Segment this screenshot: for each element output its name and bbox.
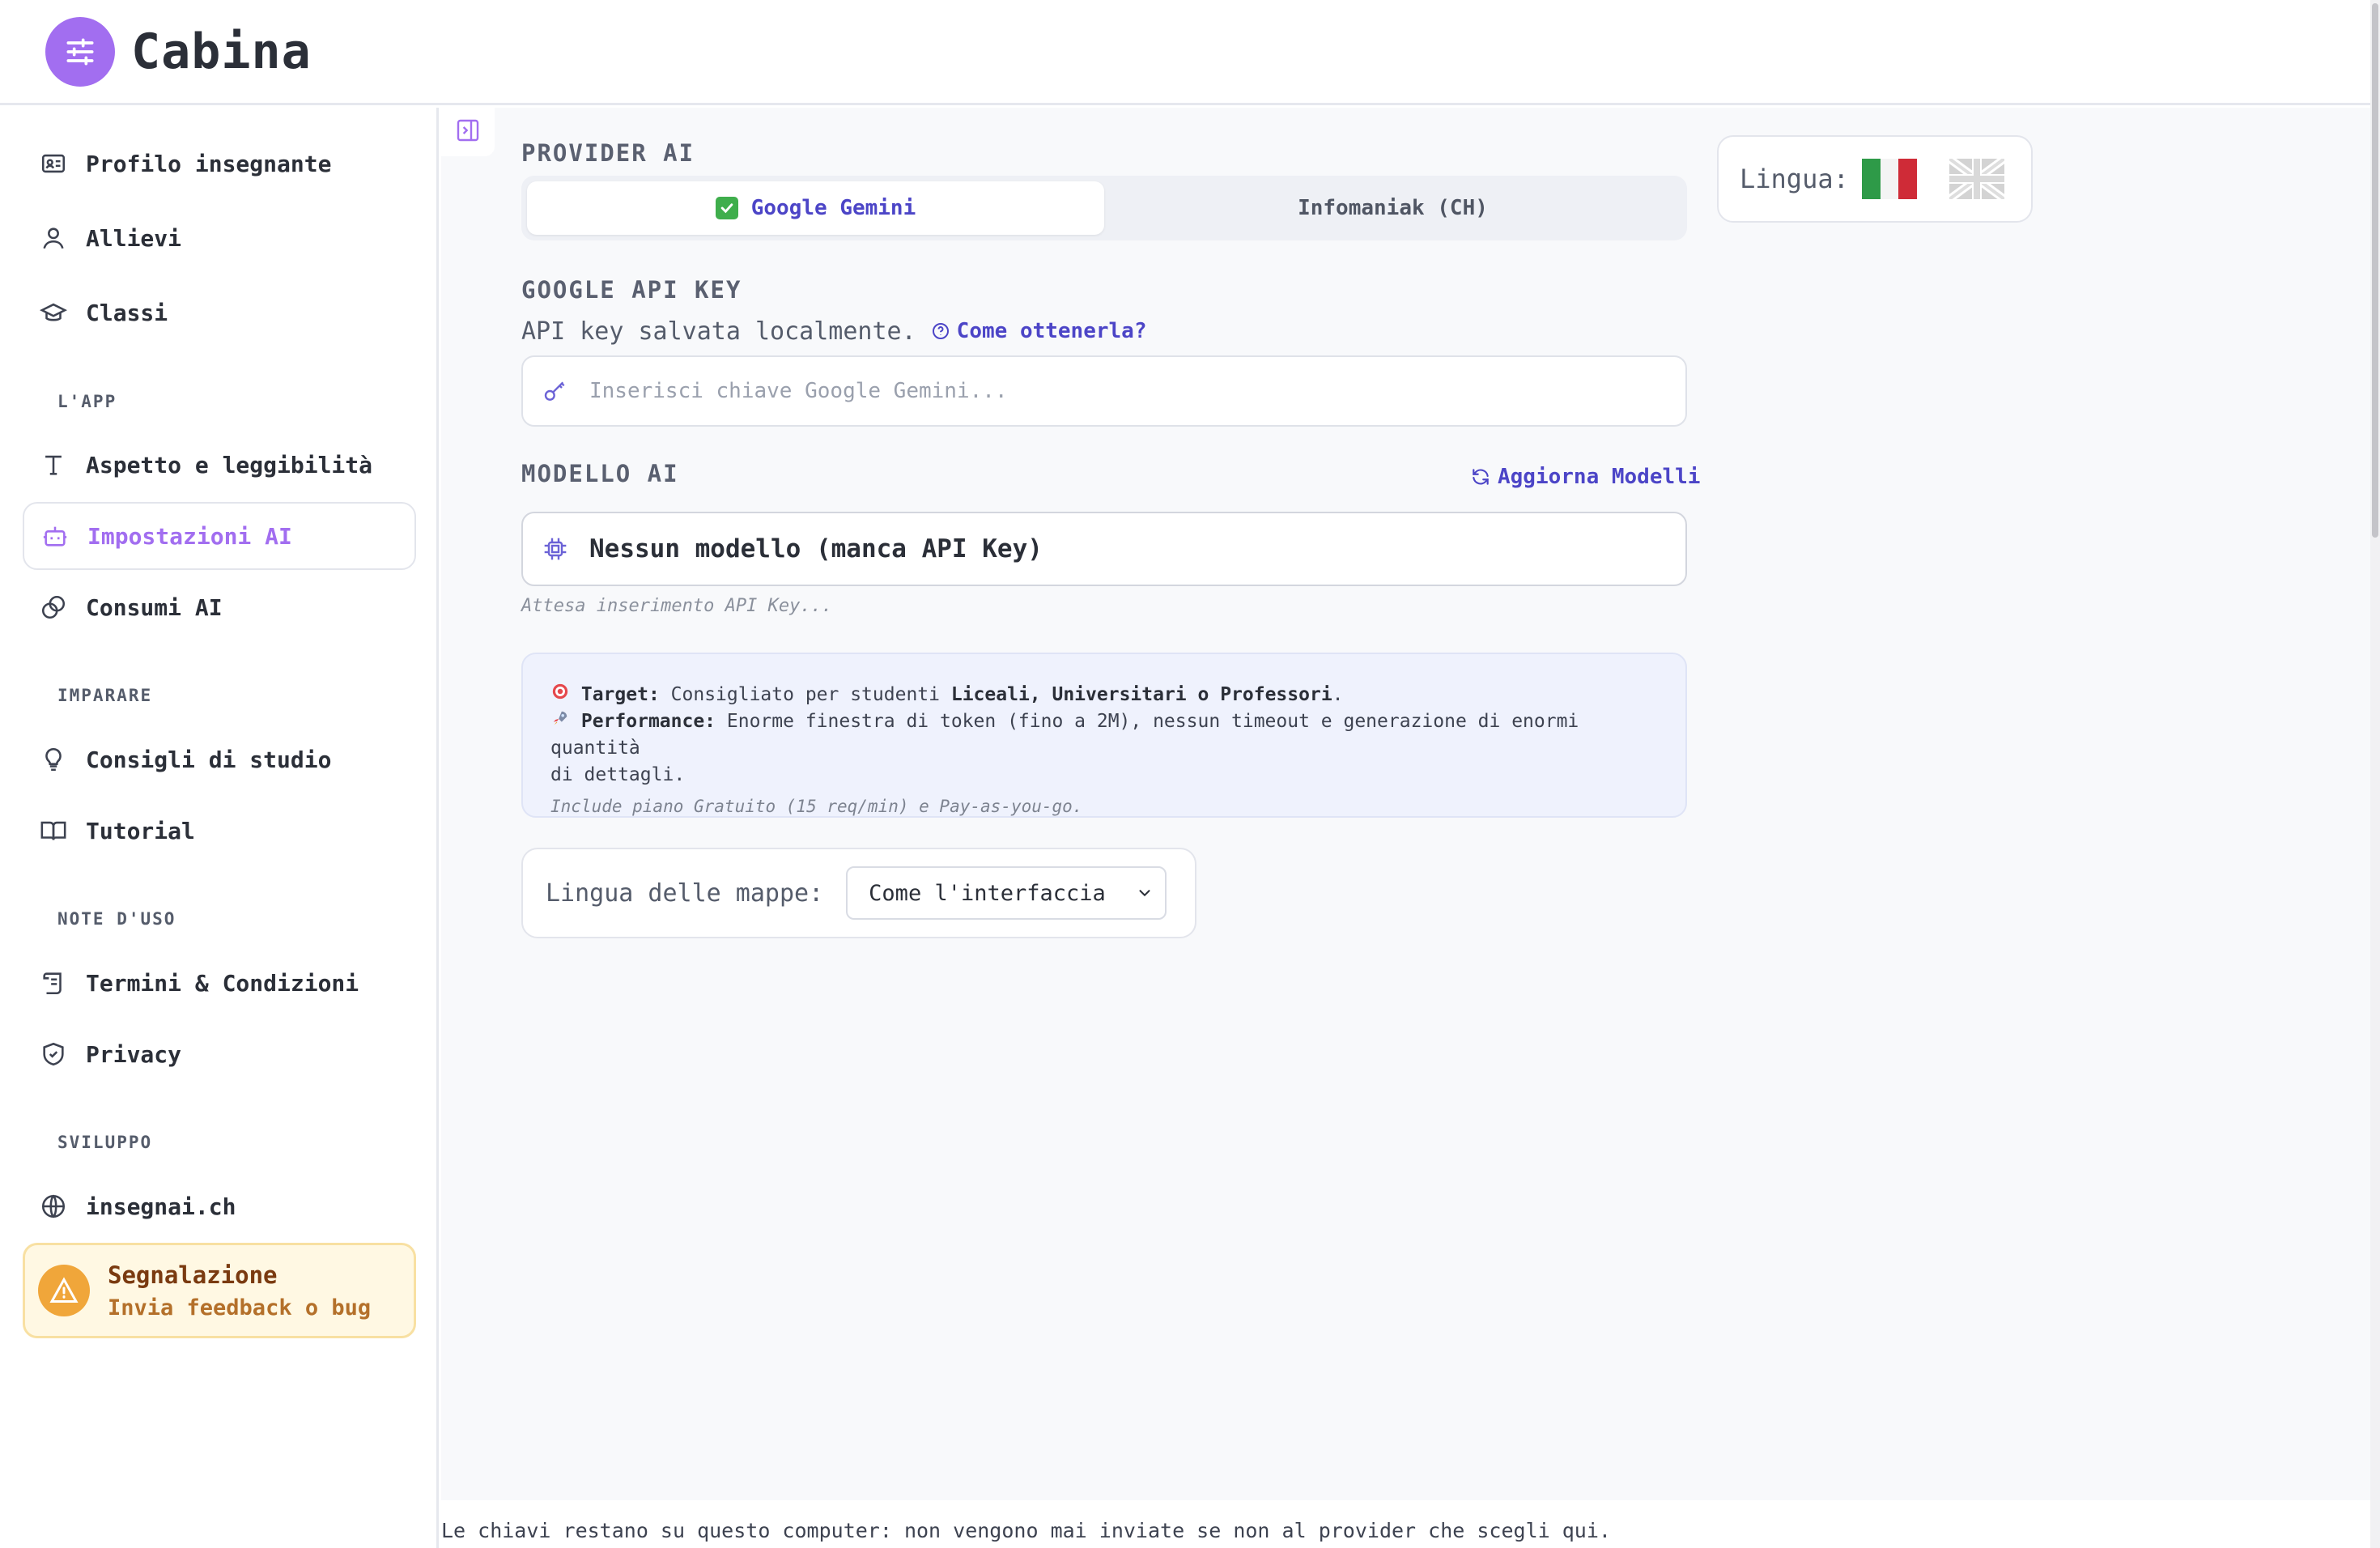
flag-uk-icon[interactable] xyxy=(1949,159,2004,199)
rocket-icon xyxy=(550,708,570,735)
sidebar-item-label: Consigli di studio xyxy=(86,746,332,773)
provider-tabs: Google Gemini Infomaniak (CH) xyxy=(521,176,1687,240)
sliders-icon[interactable] xyxy=(45,16,115,87)
target-label: Target: xyxy=(580,684,660,705)
api-key-hint-row: API key salvata localmente. Come ottener… xyxy=(521,316,1146,347)
plan-note: Include piano Gratuito (15 req/min) e Pa… xyxy=(550,797,1083,816)
how-to-get-label: Come ottenerla? xyxy=(956,319,1147,343)
sidebar-item-aspetto[interactable]: Aspetto e leggibilità xyxy=(23,431,416,499)
sidebar-item-insegnai[interactable]: insegnai.ch xyxy=(23,1172,416,1240)
target-text: Consigliato per studenti xyxy=(670,684,940,705)
model-value: Nessun modello (manca API Key) xyxy=(589,534,1043,563)
model-select[interactable]: Nessun modello (manca API Key) xyxy=(521,512,1687,586)
footer-note: Le chiavi restano su questo computer: no… xyxy=(441,1519,1611,1542)
collapse-sidebar-button[interactable] xyxy=(441,108,495,156)
tab-label: Google Gemini xyxy=(750,196,916,220)
target-end: . xyxy=(1332,684,1344,705)
sidebar-item-tutorial[interactable]: Tutorial xyxy=(23,797,416,865)
graduation-cap-icon xyxy=(39,298,68,327)
map-language-value: Come l'interfaccia xyxy=(869,880,1106,906)
sidebar-item-privacy[interactable]: Privacy xyxy=(23,1020,416,1088)
flag-italy-icon[interactable] xyxy=(1861,159,1917,199)
section-label-sviluppo: SVILUPPO xyxy=(57,1133,153,1152)
panel-toggle-icon xyxy=(455,117,481,147)
app-title: Cabina xyxy=(131,23,312,80)
sidebar-item-label: Privacy xyxy=(86,1040,182,1068)
bot-icon xyxy=(40,521,70,551)
globe-icon xyxy=(39,1192,68,1221)
target-icon xyxy=(550,682,570,708)
performance-label: Performance: xyxy=(580,711,716,732)
map-language-select[interactable]: Come l'interfaccia xyxy=(846,866,1167,920)
target-bold: Liceali, Universitari o Professori xyxy=(950,684,1332,705)
api-key-hint: API key salvata localmente. xyxy=(521,317,916,346)
sidebar-item-consigli[interactable]: Consigli di studio xyxy=(23,725,416,793)
tab-infomaniak[interactable]: Infomaniak (CH) xyxy=(1104,181,1681,235)
provider-info-box: Target: Consigliato per studenti Liceali… xyxy=(521,653,1687,818)
section-label-imparare: IMPARARE xyxy=(57,686,153,705)
refresh-models-label: Aggiorna Modelli xyxy=(1498,465,1701,489)
coins-icon xyxy=(39,593,68,622)
feedback-title: Segnalazione xyxy=(108,1261,278,1289)
sidebar-item-impostazioni-ai[interactable]: Impostazioni AI xyxy=(23,502,416,570)
book-open-icon xyxy=(39,816,68,845)
map-language-label: Lingua delle mappe: xyxy=(546,878,824,908)
how-to-get-link[interactable]: Come ottenerla? xyxy=(931,319,1147,343)
app-header: Cabina xyxy=(0,0,2370,105)
sidebar-item-label: Profilo insegnante xyxy=(86,150,332,177)
feedback-button[interactable]: Segnalazione Invia feedback o bug xyxy=(23,1243,416,1338)
feedback-subtitle: Invia feedback o bug xyxy=(108,1295,372,1320)
refresh-models-button[interactable]: Aggiorna Modelli xyxy=(1470,465,1700,489)
performance-text-cont: di dettagli. xyxy=(550,764,686,785)
sidebar-item-label: Consumi AI xyxy=(86,593,223,621)
tab-label: Infomaniak (CH) xyxy=(1298,196,1488,220)
scroll-icon xyxy=(39,968,68,997)
warning-icon xyxy=(38,1265,90,1316)
language-label: Lingua: xyxy=(1740,164,1849,194)
refresh-icon xyxy=(1470,466,1491,487)
api-key-heading: GOOGLE API KEY xyxy=(521,276,742,304)
provider-heading: PROVIDER AI xyxy=(521,139,695,167)
sidebar-item-label: Allievi xyxy=(86,224,182,252)
performance-line: Performance: Enorme finestra di token (f… xyxy=(550,708,1658,762)
shield-check-icon xyxy=(39,1040,68,1069)
id-card-icon xyxy=(39,149,68,178)
sidebar-item-label: Aspetto e leggibilità xyxy=(86,451,373,478)
sidebar-item-label: Termini & Condizioni xyxy=(86,969,359,997)
sidebar-item-label: Impostazioni AI xyxy=(87,522,292,550)
map-language-card: Lingua delle mappe: Come l'interfaccia xyxy=(521,848,1196,938)
help-circle-icon xyxy=(931,321,950,341)
section-label-note: NOTE D'USO xyxy=(57,909,176,929)
sidebar-item-termini[interactable]: Termini & Condizioni xyxy=(23,949,416,1017)
section-label-app: L'APP xyxy=(57,392,117,411)
sidebar-item-label: insegnai.ch xyxy=(86,1193,236,1220)
api-key-input[interactable] xyxy=(589,379,1642,403)
model-heading: MODELLO AI xyxy=(521,460,679,487)
key-icon xyxy=(542,378,568,404)
check-icon xyxy=(715,197,738,219)
chevron-down-icon xyxy=(1136,884,1154,902)
sidebar-item-allievi[interactable]: Allievi xyxy=(23,204,416,272)
target-line: Target: Consigliato per studenti Liceali… xyxy=(550,682,1658,708)
tab-google-gemini[interactable]: Google Gemini xyxy=(527,181,1104,235)
sidebar-item-label: Classi xyxy=(86,299,168,326)
type-icon xyxy=(39,450,68,479)
api-key-field[interactable] xyxy=(521,355,1687,427)
user-icon xyxy=(39,223,68,253)
sidebar-item-label: Tutorial xyxy=(86,817,195,844)
sidebar-item-consumi-ai[interactable]: Consumi AI xyxy=(23,573,416,641)
scrollbar-thumb[interactable] xyxy=(2372,3,2378,538)
model-note: Attesa inserimento API Key... xyxy=(521,596,833,616)
chip-icon xyxy=(542,536,568,562)
sidebar-item-profilo[interactable]: Profilo insegnante xyxy=(23,130,416,198)
lightbulb-icon xyxy=(39,745,68,774)
language-selector: Lingua: xyxy=(1717,135,2033,223)
sidebar-item-classi[interactable]: Classi xyxy=(23,279,416,347)
